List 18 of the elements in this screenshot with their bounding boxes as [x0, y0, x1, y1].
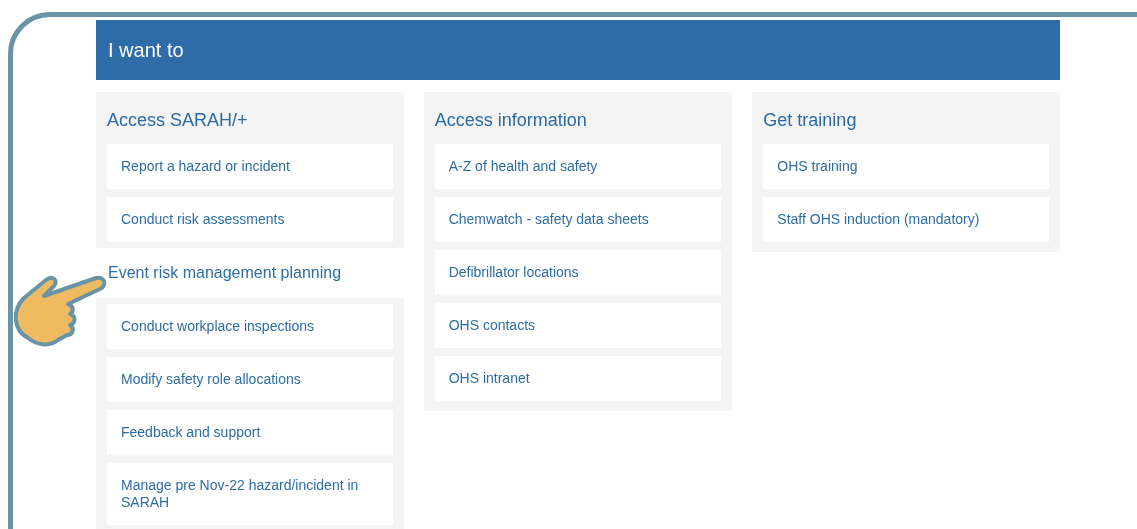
banner-title: I want to — [108, 38, 184, 62]
column-heading: Get training — [763, 110, 858, 132]
menu-link[interactable]: Staff OHS induction (mandatory) — [763, 197, 1049, 242]
menu-link[interactable]: Chemwatch - safety data sheets — [434, 197, 722, 242]
menu-link[interactable]: OHS training — [763, 144, 1049, 189]
menu-link[interactable]: Conduct workplace inspections — [107, 304, 393, 349]
column-heading: Access information — [434, 110, 588, 132]
menu-link[interactable]: OHS intranet — [434, 356, 722, 401]
menu-link[interactable]: Event risk management planning — [96, 248, 404, 298]
menu-link[interactable]: Report a hazard or incident — [107, 144, 393, 189]
column-heading: Access SARAH/+ — [107, 110, 249, 132]
menu-link[interactable]: Feedback and support — [107, 410, 393, 455]
menu-link[interactable]: Modify safety role allocations — [107, 357, 393, 402]
menu-link[interactable]: Manage pre Nov-22 hazard/incident in SARAH — [107, 463, 393, 525]
menu-link[interactable]: Conduct risk assessments — [107, 197, 393, 242]
menu-link[interactable]: A-Z of health and safety — [434, 144, 722, 189]
menu-link[interactable]: Defibrillator locations — [434, 250, 722, 295]
menu-link[interactable]: OHS contacts — [434, 303, 722, 348]
